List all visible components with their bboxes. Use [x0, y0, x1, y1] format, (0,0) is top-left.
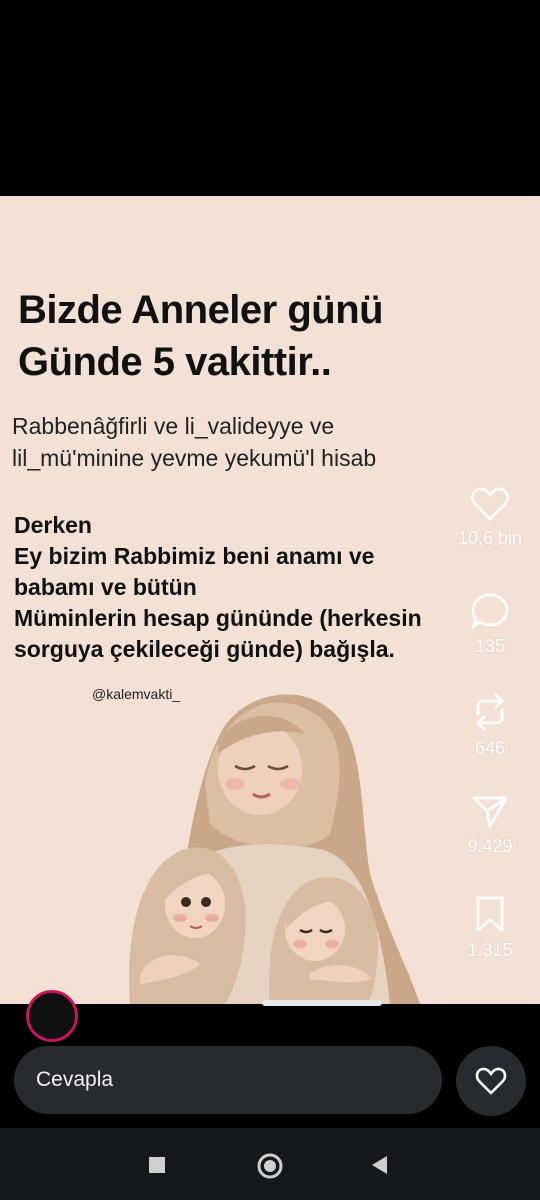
avatar[interactable]: [26, 990, 78, 1042]
paper-plane-icon[interactable]: [470, 792, 510, 830]
title-line: Günde 5 vakittir..: [18, 340, 332, 384]
repost-arrows-icon[interactable]: [470, 692, 510, 732]
repost-action[interactable]: 646: [448, 692, 532, 759]
bookmark-icon[interactable]: [472, 894, 508, 934]
meaning-line: Ey bizim Rabbimiz beni anamı ve: [14, 543, 375, 569]
top-black-area: [0, 0, 540, 196]
reply-input[interactable]: Cevapla: [14, 1046, 442, 1114]
prayer-line: lil_mü'minine yevme yekumü'l hisab: [12, 445, 377, 471]
meaning-line: Derken: [14, 512, 92, 538]
title-line: Bizde Anneler günü: [18, 288, 384, 332]
heart-icon[interactable]: [470, 486, 510, 522]
system-nav-bar: [0, 1128, 540, 1200]
share-action[interactable]: 9.429: [448, 792, 532, 857]
triangle-back-icon: [372, 1156, 387, 1174]
author-handle[interactable]: @kalemvakti_: [92, 686, 180, 702]
meaning-line: sorguya çekileceği günde) bağışla.: [14, 636, 395, 662]
square-recents-icon: [149, 1157, 165, 1173]
prayer-line: Rabbenâğfirli ve li_valideyye ve: [12, 413, 335, 439]
back-button[interactable]: [370, 1155, 388, 1180]
prayer-text: Rabbenâğfirli ve li_valideyye ve lil_mü'…: [12, 410, 482, 474]
comment-bubble-icon[interactable]: [470, 592, 510, 630]
heart-outline-icon: [475, 1067, 507, 1095]
comment-action[interactable]: 135: [448, 592, 532, 657]
reply-like-button[interactable]: [456, 1046, 526, 1116]
repost-count: 646: [474, 738, 506, 758]
like-count: 10,6 bin: [457, 528, 523, 548]
home-button[interactable]: [256, 1152, 284, 1185]
share-count: 9.429: [467, 836, 513, 856]
save-action[interactable]: 1.315: [448, 894, 532, 961]
post-title: Bizde Anneler günü Günde 5 vakittir..: [18, 284, 498, 388]
meaning-line: babamı ve bütün: [14, 574, 197, 600]
recents-button[interactable]: [148, 1156, 166, 1179]
media-indicator: [262, 1000, 382, 1006]
comment-count: 135: [474, 636, 506, 656]
meaning-text: Derken Ey bizim Rabbimiz beni anamı ve b…: [14, 510, 484, 665]
circle-home-icon: [257, 1153, 283, 1179]
save-count: 1.315: [467, 940, 513, 960]
like-action[interactable]: 10,6 bin: [448, 486, 532, 549]
reply-placeholder: Cevapla: [36, 1068, 114, 1091]
mother-children-illustration: [129, 694, 420, 1004]
meaning-line: Müminlerin hesap gününde (herkesin: [14, 605, 422, 631]
